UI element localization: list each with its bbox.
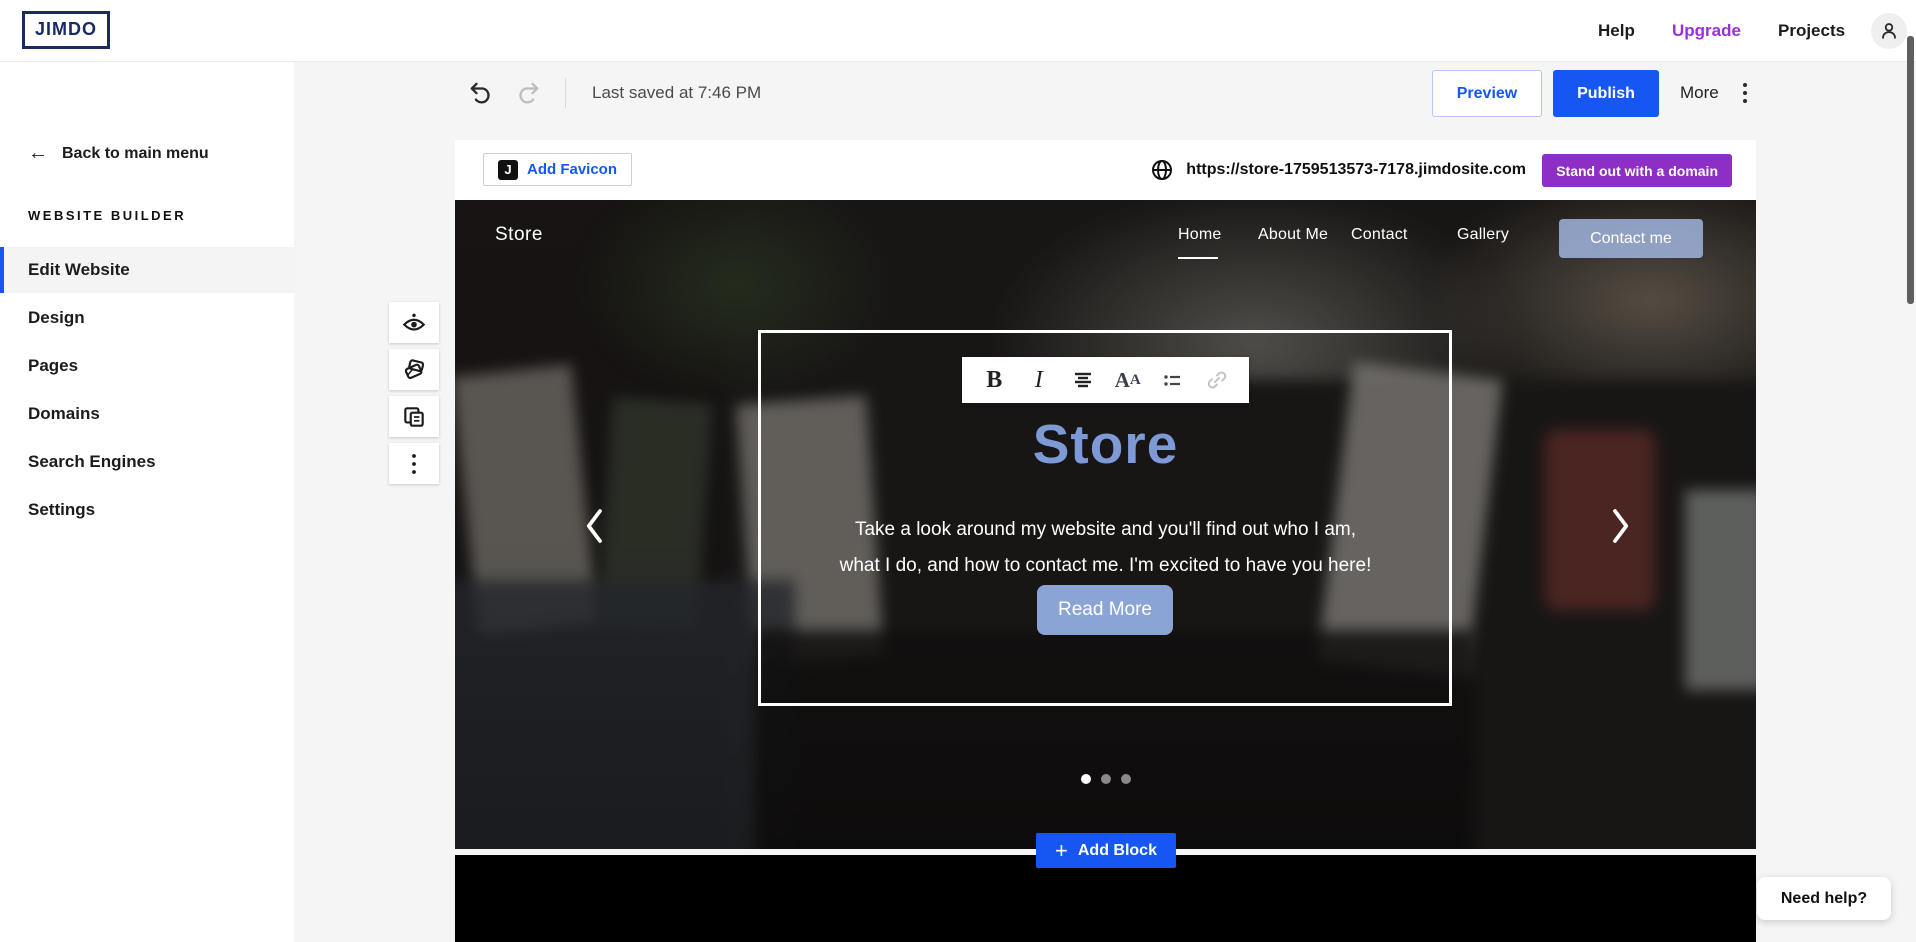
sidebar-item-pages[interactable]: Pages bbox=[0, 343, 294, 389]
back-arrow-icon: ← bbox=[28, 142, 48, 165]
nav-link-home[interactable]: Home bbox=[1178, 226, 1221, 244]
preview-button[interactable]: Preview bbox=[1432, 70, 1542, 117]
nav-active-underline bbox=[1178, 257, 1218, 259]
undo-icon bbox=[466, 78, 494, 106]
add-favicon-label: Add Favicon bbox=[527, 161, 617, 178]
redo-button[interactable] bbox=[515, 78, 543, 109]
back-to-main-menu[interactable]: ← Back to main menu bbox=[28, 142, 209, 165]
italic-button[interactable]: I bbox=[1022, 363, 1056, 397]
more-menu-dots[interactable] bbox=[1735, 80, 1755, 109]
globe-icon bbox=[1150, 158, 1174, 182]
site-url[interactable]: https://store-1759513573-7178.jimdosite.… bbox=[1186, 161, 1526, 179]
link-icon bbox=[1205, 368, 1229, 392]
read-more-button[interactable]: Read More bbox=[1037, 585, 1173, 635]
list-button[interactable] bbox=[1155, 363, 1189, 397]
font-style-button[interactable]: AA bbox=[1111, 363, 1145, 397]
projects-link[interactable]: Projects bbox=[1778, 21, 1845, 41]
more-button[interactable]: More bbox=[1680, 83, 1719, 103]
list-icon bbox=[1160, 368, 1184, 392]
account-avatar[interactable] bbox=[1871, 13, 1907, 49]
chevron-right-icon bbox=[1605, 506, 1635, 546]
block-style-button[interactable] bbox=[389, 349, 439, 390]
publish-button[interactable]: Publish bbox=[1553, 70, 1659, 117]
align-center-button[interactable] bbox=[1066, 363, 1100, 397]
back-label: Back to main menu bbox=[62, 145, 209, 163]
jimdo-logo[interactable]: JIMDO bbox=[22, 11, 110, 49]
vertical-dots-icon bbox=[1735, 80, 1755, 106]
carousel-dot-2[interactable] bbox=[1101, 774, 1111, 784]
sidebar: ← Back to main menu WEBSITE BUILDER Edit… bbox=[0, 62, 294, 942]
help-link[interactable]: Help bbox=[1598, 21, 1635, 41]
sidebar-item-edit-website[interactable]: Edit Website bbox=[0, 247, 294, 293]
user-icon bbox=[1878, 20, 1900, 42]
hide-block-button[interactable] bbox=[389, 302, 439, 343]
duplicate-block-button[interactable] bbox=[389, 396, 439, 437]
website-preview-canvas[interactable]: Store Home About Me Contact Gallery Cont… bbox=[455, 200, 1756, 849]
carousel-dot-1[interactable] bbox=[1081, 774, 1091, 784]
site-url-bar: J Add Favicon https://store-1759513573-7… bbox=[455, 140, 1756, 200]
carousel-dots bbox=[455, 774, 1756, 784]
domain-upsell-button[interactable]: Stand out with a domain bbox=[1542, 154, 1732, 187]
about-me-title: About Me bbox=[455, 936, 1756, 942]
need-help-button[interactable]: Need help? bbox=[1757, 877, 1891, 920]
nav-link-gallery[interactable]: Gallery bbox=[1457, 226, 1509, 244]
upgrade-link[interactable]: Upgrade bbox=[1672, 21, 1741, 41]
carousel-next-button[interactable] bbox=[1600, 505, 1640, 549]
carousel-prev-button[interactable] bbox=[575, 505, 615, 549]
align-center-icon bbox=[1071, 368, 1095, 392]
sidebar-item-design[interactable]: Design bbox=[0, 295, 294, 341]
plus-icon: + bbox=[1055, 840, 1068, 862]
about-me-section[interactable]: About Me bbox=[455, 855, 1756, 942]
site-brand[interactable]: Store bbox=[495, 224, 543, 246]
block-menu-button[interactable] bbox=[389, 443, 439, 484]
eye-icon bbox=[401, 310, 427, 336]
text-format-toolbar: B I AA bbox=[962, 357, 1249, 403]
nav-link-about-me[interactable]: About Me bbox=[1258, 226, 1328, 244]
carousel-dot-3[interactable] bbox=[1121, 774, 1131, 784]
top-bar: JIMDO Help Upgrade Projects bbox=[0, 0, 1916, 62]
sidebar-section-title: WEBSITE BUILDER bbox=[28, 208, 186, 223]
site-navbar: Store Home About Me Contact Gallery Cont… bbox=[455, 200, 1756, 270]
toolbar-divider bbox=[565, 78, 566, 108]
undo-button[interactable] bbox=[466, 78, 494, 109]
sidebar-item-settings[interactable]: Settings bbox=[0, 487, 294, 533]
nav-link-contact[interactable]: Contact bbox=[1351, 226, 1408, 244]
add-favicon-button[interactable]: J Add Favicon bbox=[483, 153, 632, 186]
hero-title[interactable]: Store bbox=[455, 412, 1756, 476]
last-saved-status: Last saved at 7:46 PM bbox=[592, 83, 761, 103]
redo-icon bbox=[515, 78, 543, 106]
contact-me-button[interactable]: Contact me bbox=[1559, 219, 1703, 258]
hero-body-text[interactable]: Take a look around my website and you'll… bbox=[833, 512, 1378, 584]
copy-icon bbox=[401, 404, 427, 430]
sidebar-item-search-engines[interactable]: Search Engines bbox=[0, 439, 294, 485]
link-button[interactable] bbox=[1200, 363, 1234, 397]
style-swatches-icon bbox=[401, 357, 427, 383]
chevron-left-icon bbox=[580, 506, 610, 546]
block-tools-toolbar bbox=[389, 302, 439, 484]
vertical-dots-icon bbox=[404, 451, 424, 477]
sidebar-item-domains[interactable]: Domains bbox=[0, 391, 294, 437]
bold-button[interactable]: B bbox=[977, 363, 1011, 397]
add-block-button[interactable]: + Add Block bbox=[1036, 833, 1176, 868]
scrollbar-thumb[interactable] bbox=[1907, 36, 1914, 304]
favicon-placeholder-icon: J bbox=[498, 160, 518, 180]
